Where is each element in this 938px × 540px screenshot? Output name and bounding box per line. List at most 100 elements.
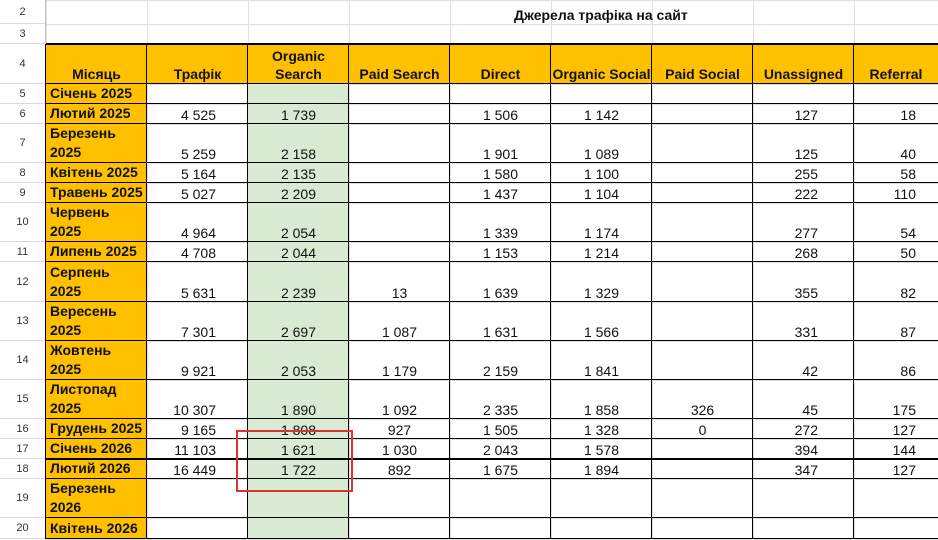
data-cell[interactable] [147,84,248,104]
column-header[interactable]: Referral [854,44,938,84]
data-cell[interactable]: 1 739 [248,104,349,124]
data-cell[interactable]: 1 104 [551,183,652,203]
data-cell[interactable]: 1 578 [551,439,652,459]
data-cell[interactable]: 222 [753,183,854,203]
row-header[interactable]: 15 [0,380,46,419]
data-cell[interactable] [652,203,753,242]
row-header[interactable]: 3 [0,24,46,44]
month-cell[interactable]: Вересень 2025 [46,302,147,341]
data-cell[interactable] [349,242,450,262]
data-cell[interactable]: 4 708 [147,242,248,262]
row-header[interactable]: 12 [0,262,46,302]
data-cell[interactable]: 16 449 [147,459,248,479]
row-header[interactable]: 5 [0,84,46,104]
data-cell[interactable]: 1 841 [551,341,652,380]
data-cell[interactable]: 2 043 [450,439,551,459]
column-header[interactable]: Organic Search [248,44,349,84]
data-cell[interactable]: 1 030 [349,439,450,459]
data-cell[interactable] [147,479,248,518]
data-cell[interactable]: 54 [854,203,938,242]
data-cell[interactable]: 2 209 [248,183,349,203]
data-cell[interactable] [349,124,450,163]
data-cell[interactable]: 1 339 [450,203,551,242]
data-cell[interactable] [248,518,349,539]
data-cell[interactable] [349,479,450,518]
data-cell[interactable]: 5 027 [147,183,248,203]
row-header[interactable]: 17 [0,439,46,459]
row-header[interactable]: 13 [0,302,46,341]
month-cell[interactable]: Січень 2025 [46,84,147,104]
data-cell[interactable]: 2 135 [248,163,349,183]
data-cell[interactable] [652,439,753,459]
month-cell[interactable]: Квітень 2026 [46,518,147,539]
data-cell[interactable] [652,163,753,183]
row-header[interactable]: 8 [0,163,46,183]
data-cell[interactable]: 0 [652,419,753,439]
row-header[interactable]: 4 [0,44,46,84]
month-cell[interactable]: Липень 2025 [46,242,147,262]
data-cell[interactable]: 1 639 [450,262,551,302]
data-cell[interactable]: 144 [854,439,938,459]
data-cell[interactable]: 1 153 [450,242,551,262]
data-cell[interactable]: 2 054 [248,203,349,242]
month-cell[interactable]: Листопад 2025 [46,380,147,419]
data-cell[interactable]: 1 631 [450,302,551,341]
data-cell[interactable]: 355 [753,262,854,302]
month-cell[interactable]: Березень 2025 [46,124,147,163]
data-cell[interactable]: 7 301 [147,302,248,341]
data-cell[interactable]: 50 [854,242,938,262]
data-cell[interactable] [551,518,652,539]
data-cell[interactable]: 45 [753,380,854,419]
month-cell[interactable]: Грудень 2025 [46,419,147,439]
row-header[interactable]: 16 [0,419,46,439]
data-cell[interactable] [349,203,450,242]
data-cell[interactable]: 1 506 [450,104,551,124]
data-cell[interactable]: 40 [854,124,938,163]
data-cell[interactable] [753,84,854,104]
data-cell[interactable] [450,518,551,539]
row-header[interactable]: 2 [0,0,46,24]
data-cell[interactable]: 1 328 [551,419,652,439]
row-header[interactable]: 10 [0,203,46,242]
data-cell[interactable] [652,302,753,341]
data-cell[interactable]: 2 335 [450,380,551,419]
data-cell[interactable] [450,479,551,518]
data-cell[interactable]: 1 100 [551,163,652,183]
data-cell[interactable] [854,518,938,539]
data-cell[interactable]: 5 164 [147,163,248,183]
data-cell[interactable]: 1 894 [551,459,652,479]
column-header[interactable]: Місяць [46,44,147,84]
data-cell[interactable] [652,459,753,479]
data-cell[interactable]: 255 [753,163,854,183]
data-cell[interactable]: 125 [753,124,854,163]
data-cell[interactable]: 127 [753,104,854,124]
data-cell[interactable]: 1 092 [349,380,450,419]
data-cell[interactable] [753,518,854,539]
data-cell[interactable] [349,183,450,203]
data-cell[interactable]: 2 158 [248,124,349,163]
data-cell[interactable] [652,479,753,518]
data-cell[interactable]: 2 159 [450,341,551,380]
month-cell[interactable]: Червень 2025 [46,203,147,242]
data-cell[interactable]: 1 329 [551,262,652,302]
data-cell[interactable]: 18 [854,104,938,124]
data-cell[interactable]: 58 [854,163,938,183]
data-cell[interactable] [854,84,938,104]
data-cell[interactable]: 1 858 [551,380,652,419]
data-cell[interactable] [652,124,753,163]
data-cell[interactable]: 1 580 [450,163,551,183]
data-cell[interactable]: 927 [349,419,450,439]
row-header[interactable]: 18 [0,459,46,479]
data-cell[interactable]: 277 [753,203,854,242]
data-cell[interactable]: 1 087 [349,302,450,341]
row-header[interactable]: 7 [0,124,46,163]
data-cell[interactable]: 2 053 [248,341,349,380]
data-cell[interactable]: 1 089 [551,124,652,163]
month-cell[interactable]: Лютий 2026 [46,459,147,479]
data-cell[interactable]: 268 [753,242,854,262]
data-cell[interactable]: 1 890 [248,380,349,419]
data-cell[interactable]: 2 239 [248,262,349,302]
data-cell[interactable]: 175 [854,380,938,419]
data-cell[interactable]: 110 [854,183,938,203]
data-cell[interactable]: 2 044 [248,242,349,262]
